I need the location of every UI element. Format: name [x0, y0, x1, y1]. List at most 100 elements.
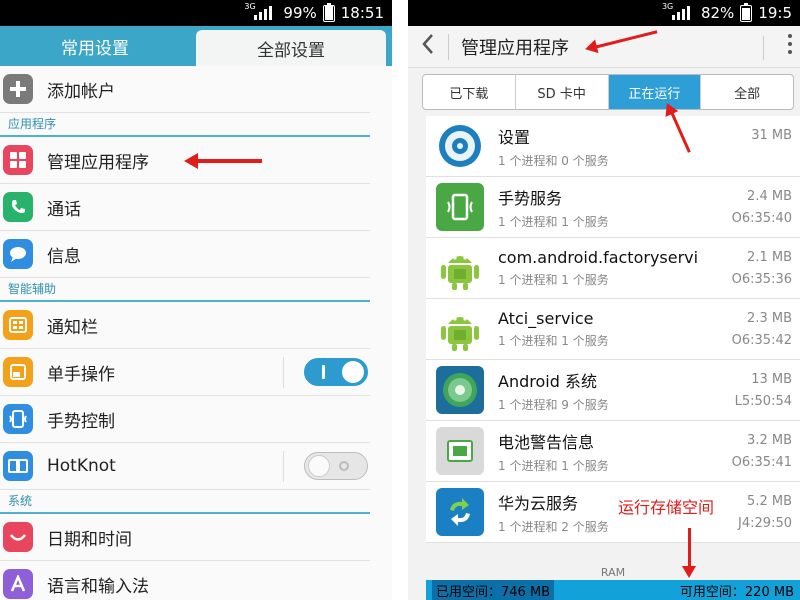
settings-item-messages[interactable]: 信息: [0, 231, 370, 278]
app-processes: 1 个进程和 1 个服务: [498, 334, 609, 348]
app-runtime: O6:35:41: [731, 455, 792, 470]
app-memory: 2.3 MB: [747, 311, 792, 326]
segment-downloaded[interactable]: 已下载: [423, 75, 516, 109]
back-icon[interactable]: [408, 32, 448, 62]
battery-percent: 99%: [283, 4, 317, 22]
ram-used: 已用空间：746 MB: [432, 580, 555, 600]
app-memory: 2.4 MB: [747, 189, 792, 204]
message-icon: [3, 239, 33, 269]
section-header-applications: 应用程序: [0, 113, 370, 137]
app-memory: 3.2 MB: [747, 433, 792, 448]
settings-list: 添加帐户 应用程序 管理应用程序 通话 信息 智能辅助 通知栏 单手操作 手势控…: [0, 66, 370, 600]
settings-item-label: 日期和时间: [47, 529, 132, 550]
app-runtime: O6:35:40: [731, 211, 792, 226]
android-icon: [436, 305, 484, 353]
settings-item-add-account[interactable]: 添加帐户: [0, 66, 370, 113]
settings-screen: 3G 99% 18:51 常用设置 全部设置 添加帐户 应用程序 管理应用程序: [0, 0, 392, 600]
settings-item-one-hand[interactable]: 单手操作: [0, 349, 370, 396]
filter-segments: 已下载 SD 卡中 正在运行 全部: [422, 74, 794, 110]
app-name: Android 系统: [498, 371, 597, 391]
app-processes: 1 个进程和 9 个服务: [498, 397, 609, 412]
settings-item-language-input[interactable]: 语言和输入法: [0, 561, 370, 600]
settings-item-label: 管理应用程序: [47, 152, 149, 173]
settings-item-label: 通话: [47, 199, 81, 220]
settings-icon: [436, 122, 484, 170]
app-name: 手势服务: [498, 188, 563, 208]
language-icon: [3, 569, 33, 599]
tab-all-settings[interactable]: 全部设置: [196, 30, 386, 66]
ram-free: 可用空间：220 MB: [679, 584, 794, 600]
overflow-menu-icon[interactable]: [788, 34, 792, 58]
battery-icon: [322, 2, 335, 22]
settings-item-label: 手势控制: [47, 411, 115, 432]
settings-item-label: 添加帐户: [47, 81, 115, 102]
app-row-huawei-cloud[interactable]: 华为云服务 1 个进程和 2 个服务 5.2 MB J4:29:50: [426, 482, 800, 543]
app-processes: 1 个进程和 2 个服务: [498, 519, 609, 534]
settings-item-label: 信息: [47, 246, 81, 267]
settings-item-label: HotKnot: [47, 456, 116, 476]
action-bar: 管理应用程序: [408, 26, 800, 68]
app-processes: 1 个进程和 0 个服务: [498, 153, 609, 168]
settings-tabs: 常用设置 全部设置: [0, 26, 392, 66]
tab-common-settings[interactable]: 常用设置: [0, 26, 190, 66]
settings-item-label: 通知栏: [47, 317, 98, 338]
notification-icon: [3, 310, 33, 340]
clock: 19:5: [758, 4, 792, 22]
hotknot-toggle[interactable]: [304, 452, 368, 480]
app-row-android-system[interactable]: Android 系统 1 个进程和 9 个服务 13 MB L5:50:54: [426, 360, 800, 421]
app-runtime: O6:35:36: [731, 272, 792, 287]
ram-usage-bar: 已用空间：746 MB 可用空间：220 MB: [426, 580, 800, 600]
gesture-service-icon: [436, 183, 484, 231]
app-row-settings[interactable]: 设置 1 个进程和 0 个服务 31 MB: [426, 116, 800, 177]
app-row-gesture-service[interactable]: 手势服务 1 个进程和 1 个服务 2.4 MB O6:35:40: [426, 177, 800, 238]
app-memory: 2.1 MB: [747, 250, 792, 265]
battery-warning-icon: [436, 427, 484, 475]
settings-item-label: 语言和输入法: [47, 576, 149, 597]
hotknot-icon: [3, 451, 33, 481]
manage-apps-screen: 3G 82% 19:5 管理应用程序 已下载 SD 卡中 正在运行 全部 设置 …: [408, 0, 800, 600]
divider: [283, 357, 284, 388]
phone-icon: [3, 192, 33, 222]
settings-item-hotknot[interactable]: HotKnot: [0, 443, 370, 490]
settings-item-date-time[interactable]: 日期和时间: [0, 514, 370, 561]
signal-icon: 3G: [662, 2, 695, 20]
app-name: 电池警告信息: [498, 432, 595, 452]
settings-item-calls[interactable]: 通话: [0, 184, 370, 231]
calendar-icon: [3, 522, 33, 552]
segment-sd-card[interactable]: SD 卡中: [516, 75, 609, 109]
screenshot-root: 3G 99% 18:51 常用设置 全部设置 添加帐户 应用程序 管理应用程序: [0, 0, 800, 600]
segment-running[interactable]: 正在运行: [608, 75, 702, 109]
battery-percent: 82%: [700, 4, 735, 22]
app-processes: 1 个进程和 1 个服务: [498, 214, 609, 229]
app-name: Atci_service: [498, 309, 594, 328]
app-name: 华为云服务: [498, 493, 579, 513]
app-processes: 1 个进程和 1 个服务: [498, 273, 609, 287]
page-title: 管理应用程序: [461, 37, 569, 59]
segment-all[interactable]: 全部: [701, 75, 793, 109]
divider: [283, 451, 284, 482]
app-runtime: J4:29:50: [738, 516, 792, 531]
status-bar: 3G 99% 18:51: [0, 0, 392, 26]
android-system-icon: [436, 366, 484, 414]
app-row-atci-service[interactable]: Atci_service 1 个进程和 1 个服务 2.3 MB O6:35:42: [426, 299, 800, 360]
annotation-arrow: [682, 528, 696, 578]
app-row-battery-warning[interactable]: 电池警告信息 1 个进程和 1 个服务 3.2 MB O6:35:41: [426, 421, 800, 482]
app-name: com.android.factoryservi: [498, 248, 699, 267]
one-hand-toggle[interactable]: [304, 358, 368, 386]
battery-icon: [740, 2, 753, 22]
app-processes: 1 个进程和 1 个服务: [498, 458, 609, 473]
settings-item-label: 单手操作: [47, 364, 115, 385]
app-runtime: O6:35:42: [731, 333, 792, 348]
annotation-label: 运行存储空间: [618, 498, 715, 517]
app-memory: 5.2 MB: [747, 494, 792, 509]
app-row-factoryservice[interactable]: com.android.factoryservi 1 个进程和 1 个服务 2.1…: [426, 238, 800, 299]
cloud-sync-icon: [436, 488, 484, 536]
section-header-system: 系统: [0, 490, 370, 514]
gesture-icon: [3, 404, 33, 434]
settings-item-gesture-control[interactable]: 手势控制: [0, 396, 370, 443]
divider: [448, 33, 449, 60]
android-icon: [436, 244, 484, 292]
annotation-arrow: [184, 153, 262, 169]
apps-grid-icon: [3, 145, 33, 175]
settings-item-notification-bar[interactable]: 通知栏: [0, 302, 370, 349]
